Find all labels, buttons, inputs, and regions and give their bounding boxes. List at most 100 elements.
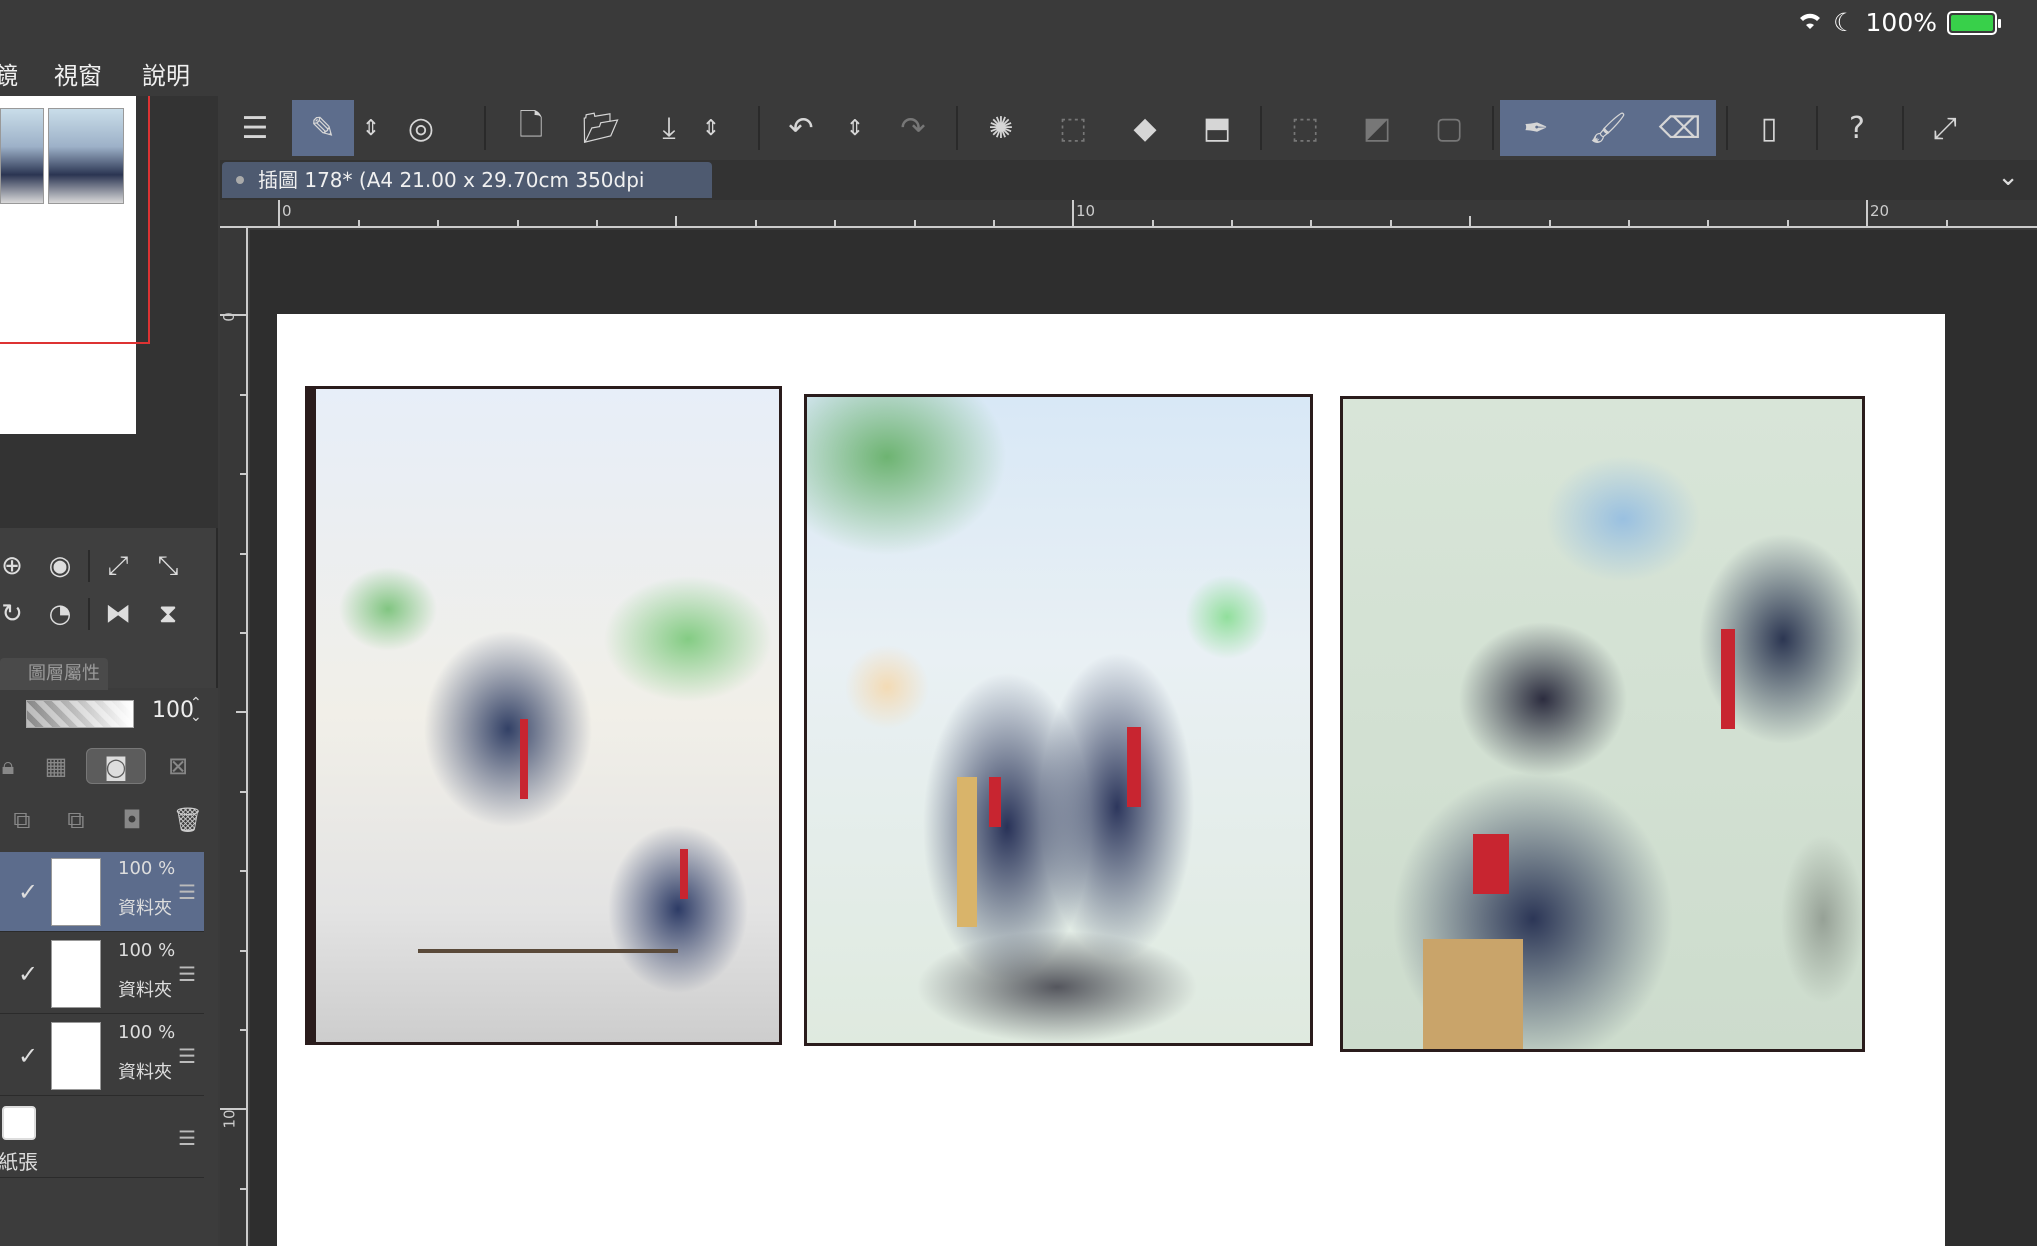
fit-icon[interactable]: ⤢ xyxy=(98,546,138,586)
opacity-value[interactable]: 100 xyxy=(152,698,194,723)
tool-spinner-icon[interactable]: ⇕ xyxy=(356,100,386,156)
divider xyxy=(758,106,760,150)
zoom-in-icon[interactable]: ⊕ xyxy=(0,546,32,586)
brush-icon[interactable]: 🖌︎ xyxy=(1572,100,1644,156)
status-right: ☾ 100% xyxy=(1797,8,2001,37)
unsaved-dot-icon xyxy=(236,176,244,184)
paper-layer-row[interactable]: 紙張 ☰ xyxy=(0,1098,204,1178)
merge-layer-icon[interactable]: ⧉ xyxy=(58,802,94,838)
layer-thumbnail xyxy=(51,940,101,1008)
divider xyxy=(1492,106,1494,150)
paper-icon xyxy=(2,1106,36,1140)
invert-selection-icon[interactable]: ◩ xyxy=(1346,100,1408,156)
save-icon[interactable]: ⤓ xyxy=(638,100,700,156)
layer-opacity: 100 % xyxy=(118,858,176,879)
selection-icon[interactable]: ⬚ xyxy=(1042,100,1104,156)
visibility-check-icon[interactable]: ✓ xyxy=(18,960,38,988)
lock-icon[interactable]: 🔒︎ xyxy=(0,748,26,784)
divider xyxy=(1260,106,1262,150)
ruler-left: 0 10 xyxy=(220,228,248,1246)
divider xyxy=(88,598,90,630)
selection-border-icon[interactable]: ▢ xyxy=(1418,100,1480,156)
tab-layer-properties[interactable]: 圖層屬性 xyxy=(0,658,108,690)
navigator-tools: ⊕ ◉ ⤢ ⤡ ↻ ◔ ⧓ ⧗ xyxy=(0,542,218,638)
file-spinner-icon[interactable]: ⇕ xyxy=(696,100,726,156)
stamp-icon[interactable]: ◎ xyxy=(390,100,452,156)
layer-opacity: 100 % xyxy=(118,1022,176,1043)
transform-icon[interactable]: ⬒ xyxy=(1186,100,1248,156)
layer-name: 資料夾 xyxy=(118,898,172,919)
new-file-icon[interactable]: 🗋︎ xyxy=(500,100,562,156)
moon-icon: ☾ xyxy=(1833,8,1856,37)
layer-icons-row-2: ⧉ ⧉ ◘ 🗑︎ xyxy=(0,796,218,846)
divider xyxy=(956,106,958,150)
menu-item-help[interactable]: 說明 xyxy=(142,54,222,98)
document-tab-bar: 插圖 178* (A4 21.00 x 29.70cm 350dpi 57.7%… xyxy=(220,160,2037,228)
loading-icon[interactable]: ✺ xyxy=(970,100,1032,156)
document-tab[interactable]: 插圖 178* (A4 21.00 x 29.70cm 350dpi 57.7%… xyxy=(222,162,712,228)
flip-vertical-icon[interactable]: ⧗ xyxy=(148,594,188,634)
comic-panel-1[interactable] xyxy=(305,386,782,1045)
history-spinner-icon[interactable]: ⇕ xyxy=(840,100,870,156)
visibility-check-icon[interactable]: ✓ xyxy=(18,1042,38,1070)
battery-icon xyxy=(1947,10,2001,35)
layer-menu-icon[interactable]: ☰ xyxy=(178,1126,196,1150)
layer-icons-row-1: 🔒︎ ▦ ◙ ⊠ xyxy=(0,742,218,792)
divider xyxy=(1902,106,1904,150)
ruler-label: 10 xyxy=(220,1109,239,1129)
divider xyxy=(484,106,486,150)
rotate-icon[interactable]: ↻ xyxy=(0,594,32,634)
draft-layer-icon[interactable]: ⊠ xyxy=(160,748,196,784)
reset-rotation-icon[interactable]: ◔ xyxy=(40,594,80,634)
trash-icon[interactable]: 🗑︎ xyxy=(170,802,206,838)
paper-layer-name: 紙張 xyxy=(0,1150,38,1174)
navigator-view-frame[interactable] xyxy=(0,96,150,344)
ruler-label: 20 xyxy=(1870,202,1890,220)
menu-bar: 鏡 視窗 說明 xyxy=(0,54,222,98)
ruler-top: 0 10 20 xyxy=(220,200,2037,228)
comic-panel-2[interactable] xyxy=(804,394,1313,1046)
divider xyxy=(1726,106,1728,150)
layer-row[interactable]: ✓ 100 % 資料夾 ☰ xyxy=(0,934,204,1014)
layer-row[interactable]: ✓ 100 % 資料夾 ☰ xyxy=(0,852,204,932)
chevron-down-icon[interactable]: ⌄ xyxy=(1997,162,2019,192)
opacity-slider[interactable] xyxy=(26,700,134,728)
fill-icon[interactable]: ◆ xyxy=(1114,100,1176,156)
divider xyxy=(88,550,90,582)
layer-opacity: 100 % xyxy=(118,940,176,961)
transparency-lock-icon[interactable]: ▦ xyxy=(38,748,74,784)
menu-item-filter[interactable]: 鏡 xyxy=(0,54,50,98)
menu-item-window[interactable]: 視窗 xyxy=(54,54,134,98)
reference-layer-icon[interactable]: ◙ xyxy=(86,748,146,784)
comic-panel-3[interactable] xyxy=(1340,396,1865,1052)
stop-icon[interactable]: ◉ xyxy=(40,546,80,586)
open-folder-icon[interactable]: 📂︎ xyxy=(570,100,632,156)
divider xyxy=(1816,106,1818,150)
layer-thumbnail xyxy=(51,1022,101,1090)
navigator-tool-row-2: ↻ ◔ ⧓ ⧗ xyxy=(0,590,218,638)
menu-icon[interactable]: ☰ xyxy=(224,100,286,156)
redo-icon[interactable]: ↷ xyxy=(882,100,944,156)
layer-name: 資料夾 xyxy=(118,1062,172,1083)
fullscreen-icon[interactable]: ⤢ xyxy=(1914,100,1976,156)
expand-icon[interactable]: ⤡ xyxy=(148,546,188,586)
layer-menu-icon[interactable]: ☰ xyxy=(178,1044,196,1068)
wifi-icon xyxy=(1797,9,1823,37)
layer-menu-icon[interactable]: ☰ xyxy=(178,880,196,904)
visibility-check-icon[interactable]: ✓ xyxy=(18,878,38,906)
layer-menu-icon[interactable]: ☰ xyxy=(178,962,196,986)
pen-icon[interactable]: ✒ xyxy=(1500,100,1572,156)
opacity-spinner-icon[interactable]: ⌃ ⌄ xyxy=(190,696,202,724)
eraser-icon[interactable]: ⌫ xyxy=(1644,100,1716,156)
ruler-label: 10 xyxy=(1076,202,1096,220)
mask-icon[interactable]: ◘ xyxy=(114,802,150,838)
edit-tool-icon[interactable]: ✎ xyxy=(292,100,354,156)
device-icon[interactable]: ▯ xyxy=(1738,100,1800,156)
help-icon[interactable]: ? xyxy=(1826,100,1888,156)
undo-icon[interactable]: ↶ xyxy=(770,100,832,156)
layer-row[interactable]: ✓ 100 % 資料夾 ☰ xyxy=(0,1016,204,1096)
flip-horizontal-icon[interactable]: ⧓ xyxy=(98,594,138,634)
clear-selection-icon[interactable]: ⬚ xyxy=(1274,100,1336,156)
ruler-label: 0 xyxy=(282,202,292,220)
copy-layer-icon[interactable]: ⧉ xyxy=(4,802,40,838)
